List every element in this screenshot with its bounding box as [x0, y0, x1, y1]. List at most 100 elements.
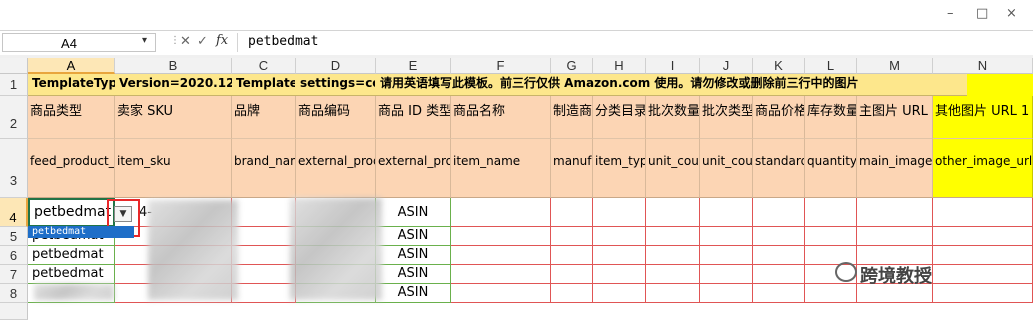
cell-i8[interactable]	[646, 284, 700, 303]
cell-f6[interactable]	[451, 246, 551, 265]
cell-g8[interactable]	[551, 284, 593, 303]
cell-n3[interactable]: other_image_url1	[933, 139, 1033, 198]
column-header-k[interactable]: K	[753, 58, 805, 74]
cell-g6[interactable]	[551, 246, 593, 265]
cell-a7[interactable]: petbedmat	[28, 265, 115, 284]
cell-j8[interactable]	[700, 284, 753, 303]
cell-n2[interactable]: 其他图片 URL 1	[933, 96, 1033, 139]
cell-k5[interactable]	[753, 227, 805, 246]
column-header-n[interactable]: N	[933, 58, 1033, 74]
cell-a1[interactable]: TemplateType	[30, 74, 116, 96]
select-all-corner[interactable]	[0, 58, 28, 74]
cell-h6[interactable]	[593, 246, 646, 265]
enter-icon[interactable]: ✓	[197, 34, 208, 49]
cell-j4[interactable]	[700, 198, 753, 227]
cell-k3[interactable]: standard_price	[753, 139, 805, 198]
column-header-l[interactable]: L	[805, 58, 857, 74]
cell-h2[interactable]: 分类目录	[593, 96, 646, 139]
cell-f5[interactable]	[451, 227, 551, 246]
cell-j7[interactable]	[700, 265, 753, 284]
cell-i3[interactable]: unit_count	[646, 139, 700, 198]
cell-c7[interactable]	[232, 265, 296, 284]
dropdown-option[interactable]: petbedmat	[28, 226, 134, 238]
cell-n6[interactable]	[933, 246, 1033, 265]
row-header-4[interactable]: 4	[0, 198, 28, 227]
name-box[interactable]: A4	[2, 33, 156, 52]
cell-h3[interactable]: item_type	[593, 139, 646, 198]
cell-c2[interactable]: 品牌	[232, 96, 296, 139]
column-header-h[interactable]: H	[593, 58, 646, 74]
column-header-g[interactable]: G	[551, 58, 593, 74]
cell-j2[interactable]: 批次类型	[700, 96, 753, 139]
cell-l3[interactable]: quantity	[805, 139, 857, 198]
row-header-9[interactable]	[0, 303, 28, 320]
cell-l5[interactable]	[805, 227, 857, 246]
cell-g5[interactable]	[551, 227, 593, 246]
column-header-a[interactable]: A	[28, 58, 115, 74]
cell-k7[interactable]	[753, 265, 805, 284]
cell-k2[interactable]: 商品价格	[753, 96, 805, 139]
cell-c6[interactable]	[232, 246, 296, 265]
cell-c8[interactable]	[232, 284, 296, 303]
cell-j3[interactable]: unit_count_type	[700, 139, 753, 198]
column-header-d[interactable]: D	[296, 58, 376, 74]
row-header-5[interactable]: 5	[0, 227, 28, 246]
cell-i6[interactable]	[646, 246, 700, 265]
cell-d2[interactable]: 商品编码	[296, 96, 376, 139]
column-header-i[interactable]: I	[646, 58, 700, 74]
formula-bar-grip-icon[interactable]: ⋮	[170, 35, 180, 46]
cell-e6[interactable]: ASIN	[376, 246, 451, 265]
cell-l2[interactable]: 库存数量	[805, 96, 857, 139]
row-header-8[interactable]: 8	[0, 284, 28, 303]
cell-d1[interactable]: settings=contentLanguageTag	[298, 74, 376, 96]
cell-i7[interactable]	[646, 265, 700, 284]
cell-f4[interactable]	[451, 198, 551, 227]
maximize-icon[interactable]: □	[976, 6, 988, 21]
cell-f2[interactable]: 商品名称	[451, 96, 551, 139]
cell-b3[interactable]: item_sku	[115, 139, 232, 198]
column-header-f[interactable]: F	[451, 58, 551, 74]
row-header-6[interactable]: 6	[0, 246, 28, 265]
column-header-e[interactable]: E	[376, 58, 451, 74]
cell-h4[interactable]	[593, 198, 646, 227]
cell-a3[interactable]: feed_product_type	[28, 139, 115, 198]
cell-n4[interactable]	[933, 198, 1033, 227]
cell-f7[interactable]	[451, 265, 551, 284]
cell-b2[interactable]: 卖家 SKU	[115, 96, 232, 139]
cell-d3[interactable]: external_product_id	[296, 139, 376, 198]
cell-m5[interactable]	[857, 227, 933, 246]
cell-n8[interactable]	[933, 284, 1033, 303]
row-header-1[interactable]: 1	[0, 74, 28, 96]
column-header-b[interactable]: B	[115, 58, 232, 74]
cell-e7[interactable]: ASIN	[376, 265, 451, 284]
row-header-3[interactable]: 3	[0, 139, 28, 198]
cell-c1[interactable]: TemplateSignature	[234, 74, 296, 96]
row-header-7[interactable]: 7	[0, 265, 28, 284]
cell-e4[interactable]: ASIN	[376, 198, 451, 227]
cell-e2[interactable]: 商品 ID 类型	[376, 96, 451, 139]
cell-n5[interactable]	[933, 227, 1033, 246]
cell-a2[interactable]: 商品类型	[28, 96, 115, 139]
cell-f8[interactable]	[451, 284, 551, 303]
cell-l4[interactable]	[805, 198, 857, 227]
column-header-c[interactable]: C	[232, 58, 296, 74]
active-cell-a4[interactable]: petbedmat	[28, 198, 115, 227]
cell-e1[interactable]: 请用英语填写此模板。前三行仅供 Amazon.com 使用。请勿修改或删除前三行…	[378, 74, 968, 96]
minimize-icon[interactable]: –	[947, 6, 954, 21]
cell-e8[interactable]: ASIN	[376, 284, 451, 303]
cell-h8[interactable]	[593, 284, 646, 303]
cell-e3[interactable]: external_product_id_type	[376, 139, 451, 198]
cell-c3[interactable]: brand_name	[232, 139, 296, 198]
cell-c5[interactable]	[232, 227, 296, 246]
cancel-icon[interactable]: ✕	[180, 34, 191, 49]
close-icon[interactable]: ×	[1006, 6, 1017, 21]
cell-k8[interactable]	[753, 284, 805, 303]
cell-i4[interactable]	[646, 198, 700, 227]
cell-e5[interactable]: ASIN	[376, 227, 451, 246]
cell-j6[interactable]	[700, 246, 753, 265]
cell-c4[interactable]	[232, 198, 296, 227]
cell-g4[interactable]	[551, 198, 593, 227]
cell-a6[interactable]: petbedmat	[28, 246, 115, 265]
cell-i5[interactable]	[646, 227, 700, 246]
name-box-dropdown-icon[interactable]: ▾	[142, 35, 147, 46]
